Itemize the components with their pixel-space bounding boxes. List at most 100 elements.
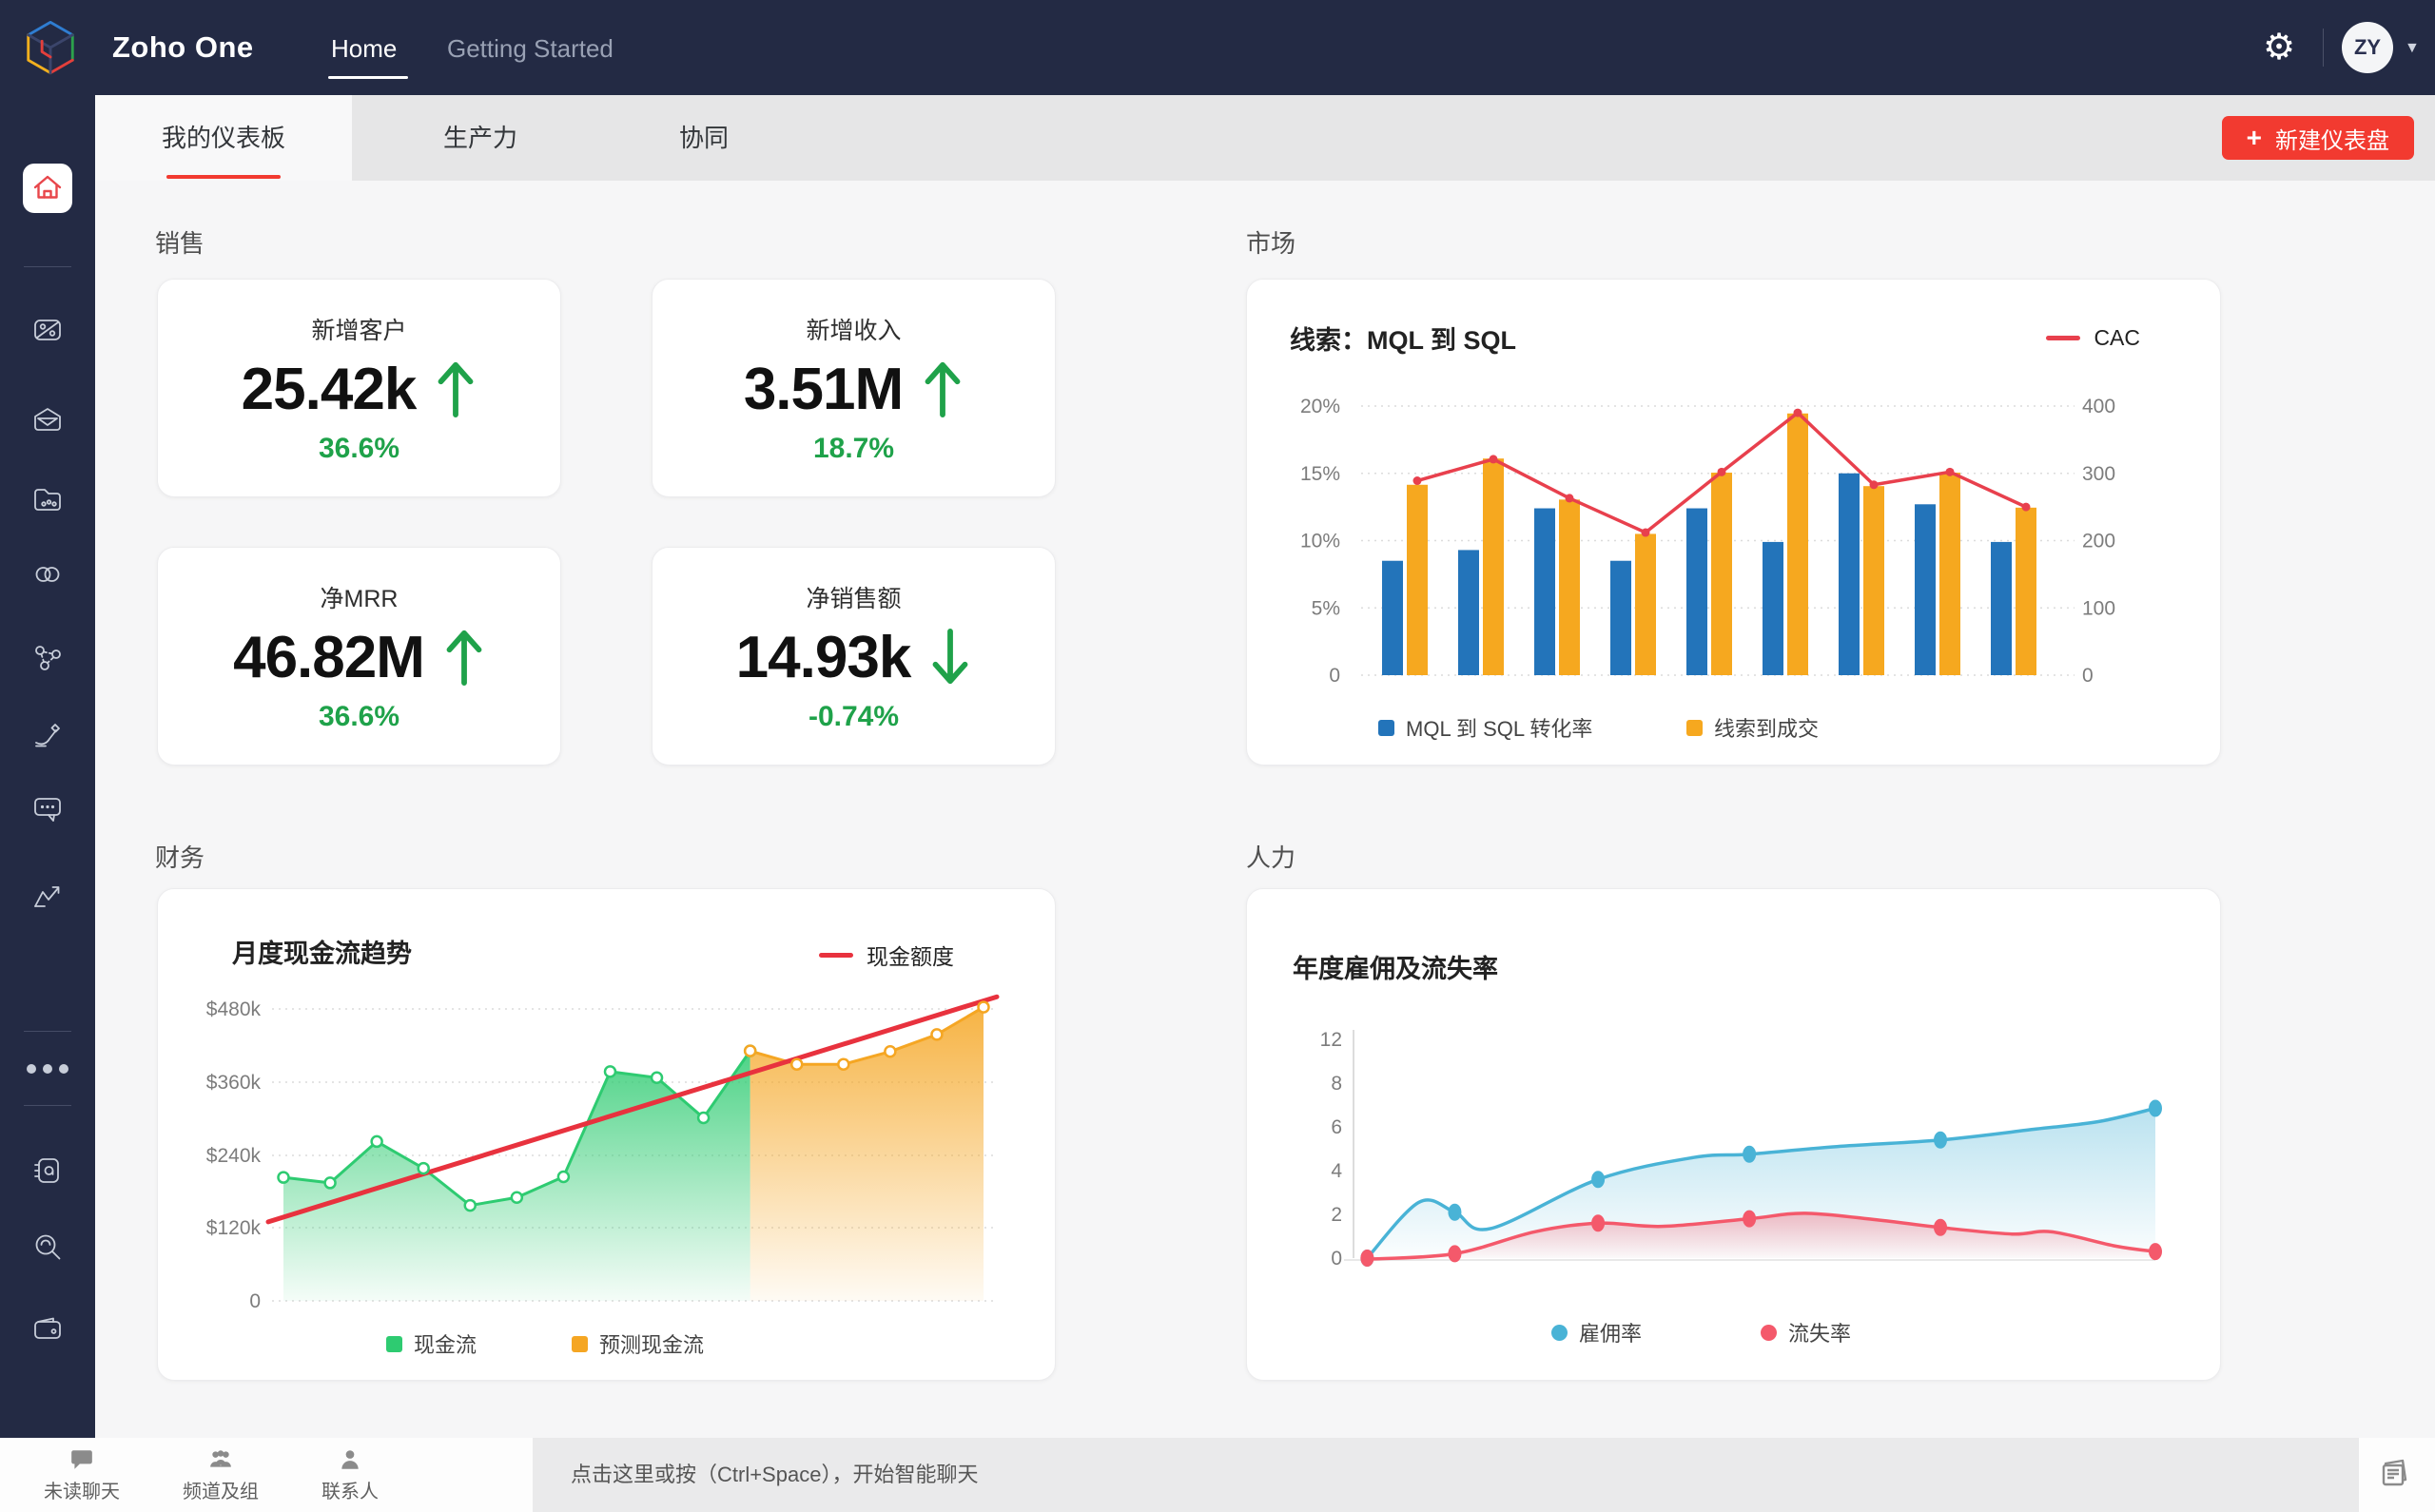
svg-text:$360k: $360k bbox=[206, 1072, 262, 1094]
svg-text:300: 300 bbox=[2082, 463, 2115, 485]
gear-icon[interactable]: ⚙ bbox=[2256, 25, 2302, 70]
legend-mql-sql: MQL 到 SQL 转化率 bbox=[1378, 712, 1592, 743]
svg-text:20%: 20% bbox=[1300, 396, 1340, 417]
red-dot-swatch bbox=[1761, 1324, 1777, 1341]
kpi-card-new-customers: 新增客户 25.42k 36.6% bbox=[157, 279, 561, 497]
nav-getting-started[interactable]: Getting Started bbox=[447, 34, 614, 64]
sidebar-item-mail[interactable] bbox=[30, 402, 65, 436]
tab-productivity[interactable]: 生产力 bbox=[352, 95, 609, 181]
kpi-title: 净销售额 bbox=[806, 585, 902, 612]
trend-up-arrow-icon bbox=[925, 361, 961, 418]
sidebar-item-search[interactable] bbox=[30, 1230, 65, 1264]
kpi-card-net-mrr: 净MRR 46.82M 36.6% bbox=[157, 547, 561, 766]
notes-icon[interactable] bbox=[2374, 1454, 2414, 1494]
legend-hiring: 雇佣率 bbox=[1551, 1317, 1642, 1347]
unread-chats-button[interactable]: 未读聊天 bbox=[44, 1447, 120, 1503]
finance-chart-svg: $480k $360k $240k $120k 0 bbox=[206, 994, 1000, 1312]
kpi-title: 新增客户 bbox=[311, 317, 407, 344]
chat-bubble-dots-icon bbox=[34, 798, 61, 822]
channels-groups-button[interactable]: 频道及组 bbox=[183, 1447, 259, 1503]
svg-text:100: 100 bbox=[2082, 597, 2115, 619]
orange-square-swatch bbox=[572, 1335, 588, 1352]
unread-chats-label: 未读聊天 bbox=[44, 1481, 120, 1502]
kpi-card-new-revenue: 新增收入 3.51M 18.7% bbox=[652, 279, 1056, 497]
svg-text:12: 12 bbox=[1320, 1029, 1342, 1051]
tab-my-dashboard-label: 我的仪表板 bbox=[161, 124, 285, 152]
tab-my-dashboard[interactable]: 我的仪表板 bbox=[95, 95, 352, 181]
legend-hiring-label: 雇佣率 bbox=[1579, 1322, 1643, 1346]
sidebar-item-home[interactable] bbox=[23, 164, 72, 213]
brand-title: Zoho One bbox=[112, 30, 254, 64]
contact-icon bbox=[341, 1449, 359, 1469]
sidebar-item-crm[interactable] bbox=[30, 313, 65, 347]
dashboard-tab-strip: 我的仪表板 生产力 协同 + 新建仪表盘 bbox=[95, 95, 2435, 181]
finance-chart-card: 月度现金流趋势 现金额度 $480k $360k $240k $120k 0 现金流 预… bbox=[157, 888, 1056, 1381]
tab-collaboration[interactable]: 协同 bbox=[609, 95, 799, 181]
smart-chat-prompt[interactable]: 点击这里或按（Ctrl+Space），开始智能聊天 bbox=[571, 1438, 978, 1512]
group-icon bbox=[210, 1449, 231, 1467]
tab-collaboration-label: 协同 bbox=[678, 124, 729, 152]
sidebar-item-sign[interactable] bbox=[30, 716, 65, 750]
trend-up-arrow-icon bbox=[438, 361, 474, 418]
svg-text:$240k: $240k bbox=[206, 1145, 262, 1167]
zoho-logo-icon bbox=[27, 20, 74, 75]
green-square-swatch bbox=[386, 1335, 402, 1352]
chevron-down-icon[interactable]: ▼ bbox=[2405, 40, 2420, 57]
cliq-bottom-bar: 未读聊天 频道及组 联系人 点击这里或按（Ctrl+Space），开始智能聊天 bbox=[0, 1438, 2435, 1512]
svg-text:400: 400 bbox=[2082, 396, 2115, 417]
svg-text:5%: 5% bbox=[1312, 597, 1340, 619]
sidebar-item-notebook[interactable] bbox=[30, 1153, 65, 1188]
legend-mql-sql-label: MQL 到 SQL 转化率 bbox=[1406, 717, 1593, 741]
svg-text:200: 200 bbox=[2082, 531, 2115, 552]
new-dashboard-label: 新建仪表盘 bbox=[2275, 127, 2389, 154]
new-dashboard-button[interactable]: + 新建仪表盘 bbox=[2221, 116, 2414, 160]
zoho-one-dashboard: Zoho One Home Getting Started ⚙ ZY ▼ 我的仪… bbox=[0, 0, 2435, 1512]
home-icon bbox=[33, 175, 62, 199]
analytics-trend-icon bbox=[34, 886, 60, 907]
kpi-title: 净MRR bbox=[320, 585, 399, 612]
legend-attrition-label: 流失率 bbox=[1788, 1322, 1852, 1346]
folder-files-icon bbox=[34, 489, 61, 511]
link-rings-icon bbox=[35, 567, 60, 582]
sidebar-item-workdrive[interactable] bbox=[30, 482, 65, 516]
avatar[interactable]: ZY bbox=[2342, 22, 2393, 73]
crm-icon bbox=[34, 320, 61, 340]
sidebar bbox=[0, 95, 95, 1438]
legend-forecast: 预测现金流 bbox=[572, 1328, 704, 1359]
kpi-card-net-sales: 净销售额 14.93k -0.74% bbox=[652, 547, 1056, 766]
chat-bubble-icon bbox=[71, 1449, 92, 1469]
svg-text:$120k: $120k bbox=[206, 1217, 262, 1239]
tab-productivity-label: 生产力 bbox=[442, 124, 517, 152]
top-bar: Zoho One Home Getting Started ⚙ ZY ▼ bbox=[0, 0, 2435, 95]
kpi-value: 25.42k bbox=[241, 356, 418, 422]
sidebar-item-more[interactable] bbox=[25, 1064, 70, 1074]
search-icon bbox=[35, 1234, 61, 1260]
nav-home[interactable]: Home bbox=[331, 34, 397, 64]
hr-chart-title: 年度雇佣及流失率 bbox=[1293, 955, 1498, 983]
chat-quick-actions: 未读聊天 频道及组 联系人 bbox=[0, 1438, 533, 1512]
sidebar-divider bbox=[24, 1031, 71, 1032]
blue-dot-swatch bbox=[1551, 1324, 1568, 1341]
blue-square-swatch bbox=[1378, 719, 1394, 736]
sidebar-item-cliq[interactable] bbox=[30, 792, 65, 826]
section-sales: 销售 bbox=[155, 229, 205, 258]
sidebar-item-connections[interactable] bbox=[30, 557, 65, 591]
svg-text:2: 2 bbox=[1331, 1204, 1342, 1226]
svg-text:0: 0 bbox=[1331, 1248, 1342, 1270]
svg-text:0: 0 bbox=[2082, 665, 2094, 687]
contacts-button[interactable]: 联系人 bbox=[321, 1447, 379, 1503]
sidebar-item-social[interactable] bbox=[30, 641, 65, 675]
section-hr: 人力 bbox=[1246, 843, 1296, 872]
svg-text:0: 0 bbox=[1329, 665, 1340, 687]
market-chart-svg: 20% 400 15% 300 10% 200 5% 100 0 0 bbox=[1300, 396, 2115, 687]
red-line-swatch bbox=[2046, 336, 2081, 340]
sign-pen-icon bbox=[35, 724, 60, 747]
cash-limit-legend: 现金额度 bbox=[819, 939, 954, 971]
svg-text:10%: 10% bbox=[1300, 531, 1340, 552]
cac-legend-label: CAC bbox=[2094, 325, 2140, 350]
sidebar-item-wallet[interactable] bbox=[30, 1312, 65, 1347]
sidebar-item-analytics[interactable] bbox=[30, 879, 65, 913]
kpi-change: 36.6% bbox=[318, 432, 400, 464]
channels-groups-label: 频道及组 bbox=[183, 1481, 259, 1502]
svg-text:15%: 15% bbox=[1300, 463, 1340, 485]
